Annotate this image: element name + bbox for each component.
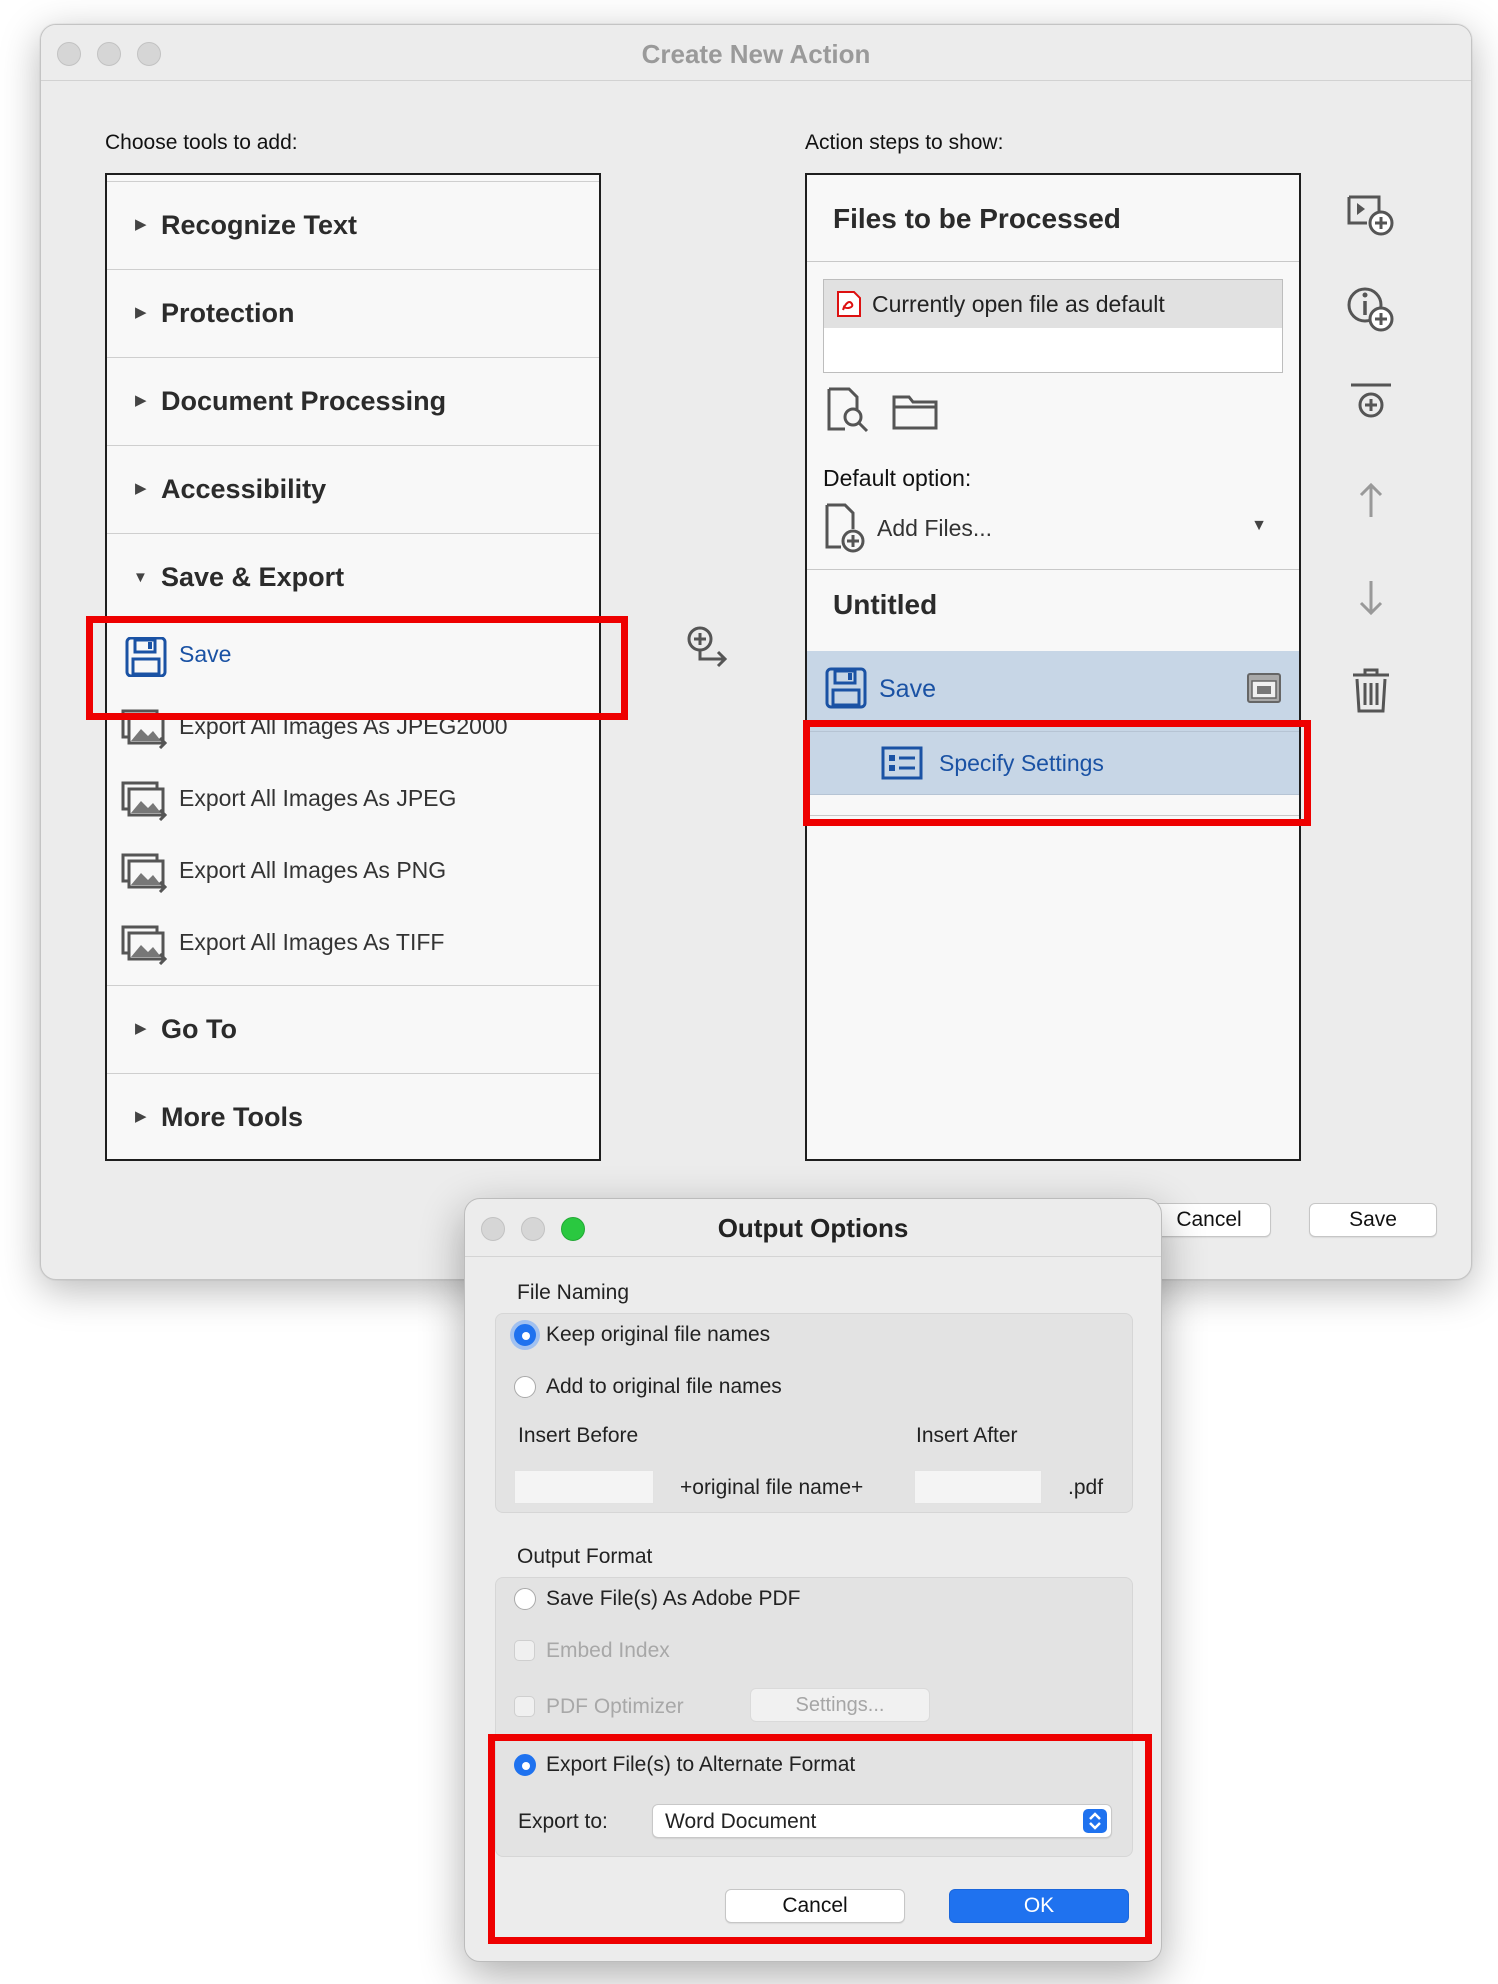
tool-label: Export All Images As JPEG <box>179 785 457 811</box>
divider <box>807 569 1299 570</box>
add-files-icon <box>825 503 865 553</box>
highlight-export-alternate <box>488 1734 1152 1944</box>
optimizer-settings-button[interactable]: Settings... <box>750 1688 930 1722</box>
category-label: Recognize Text <box>161 210 358 240</box>
prompt-user-icon[interactable] <box>1247 673 1281 703</box>
original-file-name-label: +original file name+ <box>680 1476 864 1499</box>
divider <box>807 261 1299 262</box>
pdf-file-icon <box>837 291 861 317</box>
add-names-radio[interactable] <box>514 1376 536 1398</box>
embed-index-label: Embed Index <box>546 1639 670 1662</box>
category-document-processing[interactable]: ▶ Document Processing <box>107 357 599 445</box>
cancel-button[interactable]: Cancel <box>1147 1203 1271 1237</box>
disclosure-triangle-open-icon: ▼ <box>133 569 148 586</box>
move-down-icon[interactable] <box>1345 571 1397 623</box>
category-save-export[interactable]: ▼ Save & Export <box>107 533 599 621</box>
embed-index-checkbox[interactable] <box>514 1640 535 1661</box>
add-files-step-icon[interactable] <box>1345 189 1397 241</box>
disclosure-triangle-icon: ▶ <box>135 216 147 233</box>
export-images-icon <box>121 925 168 965</box>
action-group-title: Untitled <box>833 589 938 620</box>
current-file-row[interactable]: Currently open file as default <box>824 280 1282 328</box>
disclosure-triangle-icon: ▶ <box>135 1108 147 1125</box>
titlebar: Create New Action <box>41 25 1471 81</box>
category-go-to[interactable]: ▶ Go To <box>107 985 599 1073</box>
category-label: Save & Export <box>161 562 345 592</box>
category-recognize-text[interactable]: ▶ Recognize Text <box>107 181 599 269</box>
action-steps-label: Action steps to show: <box>805 131 1004 154</box>
browse-file-icon[interactable] <box>825 387 871 433</box>
files-to-be-processed-header: Files to be Processed <box>833 203 1121 234</box>
files-list: Currently open file as default <box>823 279 1283 373</box>
keep-names-label: Keep original file names <box>546 1323 771 1346</box>
pdf-extension-label: .pdf <box>1068 1476 1104 1499</box>
save-as-pdf-label: Save File(s) As Adobe PDF <box>546 1587 801 1610</box>
file-naming-group: Keep original file names Add to original… <box>495 1313 1133 1513</box>
category-label: Document Processing <box>161 386 447 416</box>
insert-before-field[interactable] <box>514 1470 654 1504</box>
category-accessibility[interactable]: ▶ Accessibility <box>107 445 599 533</box>
save-button[interactable]: Save <box>1309 1203 1437 1237</box>
save-as-pdf-radio[interactable] <box>514 1588 536 1610</box>
add-instruction-icon[interactable] <box>1345 283 1397 335</box>
category-label: Protection <box>161 298 295 328</box>
disclosure-triangle-icon: ▶ <box>135 304 147 321</box>
category-more-tools[interactable]: ▶ More Tools <box>107 1073 599 1159</box>
keep-names-radio[interactable] <box>514 1324 536 1346</box>
tool-export-jpeg[interactable]: Export All Images As JPEG <box>107 763 599 835</box>
highlight-specify-settings <box>803 720 1311 826</box>
step-save[interactable]: Save <box>807 651 1299 731</box>
default-option-value: Add Files... <box>877 515 993 541</box>
tool-label: Export All Images As PNG <box>179 857 447 883</box>
export-images-icon <box>121 781 168 821</box>
insert-after-field[interactable] <box>914 1470 1042 1504</box>
category-label: More Tools <box>161 1102 304 1132</box>
insert-after-label: Insert After <box>916 1424 1018 1447</box>
tool-export-png[interactable]: Export All Images As PNG <box>107 835 599 907</box>
default-option-label: Default option: <box>823 465 972 491</box>
step-label: Save <box>879 675 936 703</box>
add-names-label: Add to original file names <box>546 1375 782 1398</box>
dialog-title: Output Options <box>717 1213 909 1243</box>
window-title: Create New Action <box>641 39 871 69</box>
add-panel-separator-icon[interactable] <box>1345 379 1397 431</box>
choose-tools-label: Choose tools to add: <box>105 131 298 154</box>
dialog-titlebar: Output Options <box>465 1199 1161 1257</box>
folder-icon[interactable] <box>891 391 939 431</box>
pdf-optimizer-checkbox[interactable] <box>514 1696 535 1717</box>
save-icon <box>825 667 867 709</box>
category-label: Accessibility <box>161 474 327 504</box>
file-naming-label: File Naming <box>517 1281 630 1304</box>
pdf-optimizer-label: PDF Optimizer <box>546 1695 684 1718</box>
output-format-label: Output Format <box>517 1545 653 1568</box>
trash-icon[interactable] <box>1345 665 1397 717</box>
move-up-icon[interactable] <box>1345 475 1397 527</box>
export-images-icon <box>121 853 168 893</box>
current-file-label: Currently open file as default <box>872 291 1165 317</box>
insert-before-label: Insert Before <box>518 1424 639 1447</box>
category-protection[interactable]: ▶ Protection <box>107 269 599 357</box>
add-to-action-icon[interactable] <box>685 625 733 673</box>
tool-label: Export All Images As TIFF <box>179 929 445 955</box>
chevron-down-icon: ▼ <box>1251 517 1267 534</box>
action-steps-list: Files to be Processed Currently open fil… <box>805 173 1301 1161</box>
highlight-save-tool <box>86 616 628 720</box>
tool-export-tiff[interactable]: Export All Images As TIFF <box>107 907 599 979</box>
category-label: Go To <box>161 1014 237 1044</box>
default-option-dropdown[interactable]: Add Files... ▼ <box>823 503 1283 555</box>
disclosure-triangle-icon: ▶ <box>135 480 147 497</box>
disclosure-triangle-icon: ▶ <box>135 1020 147 1037</box>
disclosure-triangle-icon: ▶ <box>135 392 147 409</box>
